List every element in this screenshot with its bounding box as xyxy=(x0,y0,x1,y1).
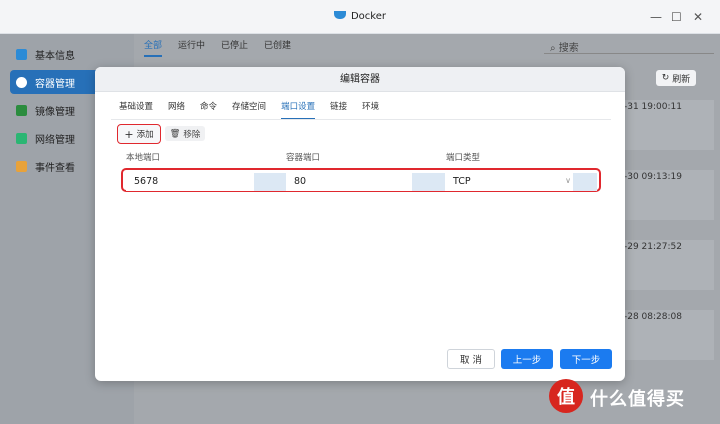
container-time: -30 09:13:19 xyxy=(622,170,714,220)
add-port-button[interactable]: + 添加 xyxy=(117,124,161,144)
column-port-type: 端口类型 xyxy=(446,153,481,163)
plus-icon: + xyxy=(124,127,134,141)
watermark-text: 什么值得买 xyxy=(590,389,685,410)
info-icon xyxy=(16,48,27,60)
title-bar: Docker — ☐ ✕ xyxy=(0,0,720,34)
previous-step-button[interactable]: 上一步 xyxy=(501,349,553,369)
next-step-button[interactable]: 下一步 xyxy=(560,349,612,369)
tab-port-settings[interactable]: 端口设置 xyxy=(281,100,316,120)
divider xyxy=(111,119,611,120)
filter-tabs: 全部 运行中 已停止 已创建 xyxy=(144,38,291,57)
tab-network[interactable]: 网络 xyxy=(168,100,185,120)
sidebar-item-basic-info[interactable]: 基本信息 xyxy=(10,42,128,66)
image-icon xyxy=(16,104,27,116)
search-input[interactable]: ⌕ 搜索 xyxy=(544,36,714,54)
tab-basic-settings[interactable]: 基础设置 xyxy=(119,100,153,120)
chevron-down-icon: ∨ xyxy=(565,176,571,185)
refresh-button[interactable]: ↻ 刷新 xyxy=(656,70,696,86)
column-local-port: 本地端口 xyxy=(126,153,161,163)
tab-links[interactable]: 链接 xyxy=(330,100,347,120)
cancel-button[interactable]: 取 消 xyxy=(447,349,495,369)
tab-command[interactable]: 命令 xyxy=(200,100,217,120)
tab-storage[interactable]: 存储空间 xyxy=(232,100,266,120)
minimize-button[interactable]: — xyxy=(650,10,662,24)
container-port-field[interactable]: 80 xyxy=(286,173,445,191)
event-icon xyxy=(16,160,27,172)
tab-running[interactable]: 运行中 xyxy=(178,38,205,57)
window-title: Docker xyxy=(0,11,720,22)
refresh-icon: ↻ xyxy=(661,73,670,83)
maximize-button[interactable]: ☐ xyxy=(671,10,682,24)
network-icon xyxy=(16,132,27,144)
docker-icon xyxy=(333,11,346,19)
container-time: -31 19:00:11 xyxy=(622,100,714,150)
close-button[interactable]: ✕ xyxy=(693,10,703,24)
column-container-port: 容器端口 xyxy=(286,153,321,163)
container-time: -28 08:28:08 xyxy=(622,310,714,360)
dialog-title: 编辑容器 xyxy=(95,67,625,92)
port-type-select[interactable]: TCP ∨ xyxy=(445,173,597,191)
dialog-tabs: 基础设置 网络 命令 存储空间 端口设置 链接 环境 xyxy=(119,100,379,120)
container-time: -29 21:27:52 xyxy=(622,240,714,290)
port-mapping-row: 5678 80 TCP ∨ xyxy=(121,168,601,192)
local-port-field[interactable]: 5678 xyxy=(126,173,286,191)
tab-all[interactable]: 全部 xyxy=(144,38,163,57)
watermark-logo: 值 xyxy=(549,379,583,413)
edit-container-dialog: 编辑容器 基础设置 网络 命令 存储空间 端口设置 链接 环境 + 添加 🗑 移… xyxy=(95,67,625,381)
tab-environment[interactable]: 环境 xyxy=(362,100,379,120)
trash-icon: 🗑 xyxy=(169,128,181,139)
tab-created[interactable]: 已创建 xyxy=(264,38,291,57)
remove-port-button[interactable]: 🗑 移除 xyxy=(165,126,205,141)
search-icon: ⌕ xyxy=(550,43,556,54)
container-icon xyxy=(16,76,27,88)
tab-stopped[interactable]: 已停止 xyxy=(221,38,248,57)
